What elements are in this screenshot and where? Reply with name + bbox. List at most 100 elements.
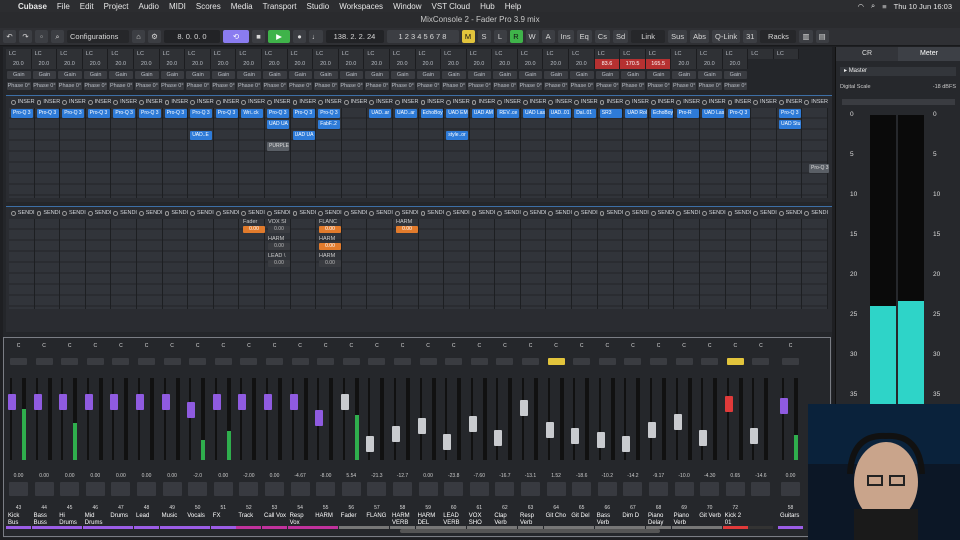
channel-name[interactable]: Kick 2 01: [725, 513, 748, 526]
control-center-icon[interactable]: ≡: [882, 2, 886, 11]
lowcut-value[interactable]: 20.0: [364, 59, 390, 69]
channel-buttons[interactable]: [444, 482, 464, 496]
power-icon[interactable]: [599, 210, 605, 216]
gain-knob[interactable]: Gain: [390, 71, 415, 79]
menu-hub[interactable]: Hub: [480, 2, 495, 11]
phase-button[interactable]: Phase 0°: [570, 82, 594, 90]
fader-value[interactable]: -18.6: [569, 473, 594, 479]
routing-lc-cell[interactable]: LC: [82, 49, 109, 59]
read-all-button[interactable]: R: [509, 30, 523, 43]
power-icon[interactable]: [471, 210, 477, 216]
send-level[interactable]: 0.00: [268, 226, 290, 233]
power-icon[interactable]: [266, 210, 272, 216]
mute-solo-buttons[interactable]: [214, 358, 232, 365]
phase-button[interactable]: Phase 0°: [339, 82, 364, 90]
routing-lc-cell[interactable]: LC: [722, 49, 749, 59]
phase-button[interactable]: Phase 0°: [134, 82, 159, 90]
wifi-icon[interactable]: ◠: [857, 2, 864, 11]
insert-slot[interactable]: UAD UA: [267, 120, 289, 129]
power-icon[interactable]: [190, 210, 195, 216]
channel-buttons[interactable]: [597, 482, 617, 496]
routing-lc-cell[interactable]: LC: [57, 49, 83, 59]
fader-cap[interactable]: [750, 428, 759, 444]
channel-name[interactable]: Hi Drums: [59, 513, 82, 526]
inserts-header[interactable]: INSER: [700, 98, 726, 106]
gain-knob[interactable]: Gain: [134, 71, 159, 79]
channel-buttons[interactable]: [265, 482, 284, 496]
insert-slot[interactable]: UAD..E: [190, 131, 213, 140]
gain-knob[interactable]: Gain: [493, 71, 517, 79]
mute-solo-buttons[interactable]: [189, 358, 207, 365]
phase-button[interactable]: Phase 0°: [467, 82, 492, 90]
lowcut-value[interactable]: 165.5: [645, 59, 672, 69]
fader-value[interactable]: -16.7: [492, 473, 517, 479]
power-icon[interactable]: [574, 99, 579, 105]
sd-bypass-button[interactable]: Sd: [612, 30, 629, 43]
channel-name[interactable]: HARM VERB: [392, 513, 415, 526]
inserts-header[interactable]: INSER: [444, 98, 470, 106]
routing-lc-cell[interactable]: LC: [620, 49, 646, 59]
inserts-header[interactable]: INSER: [726, 98, 751, 106]
lowcut-value[interactable]: 20.0: [517, 59, 544, 69]
inserts-header[interactable]: INSER: [111, 98, 137, 106]
pan-value[interactable]: C: [6, 343, 31, 349]
solo-all-button[interactable]: S: [477, 30, 491, 43]
power-icon[interactable]: [318, 210, 323, 216]
phase-button[interactable]: Phase 0°: [518, 82, 543, 90]
power-icon[interactable]: [727, 99, 733, 105]
menu-workspaces[interactable]: Workspaces: [339, 2, 383, 11]
insert-slot[interactable]: UAD..01: [548, 109, 571, 118]
configurations-dropdown[interactable]: Configurations: [67, 30, 129, 43]
mute-solo-buttons[interactable]: [598, 358, 616, 365]
fader-value[interactable]: -23.8: [441, 473, 466, 479]
lowcut-value[interactable]: 20.0: [441, 59, 467, 69]
mute-solo-buttons[interactable]: [163, 358, 181, 365]
power-icon[interactable]: [625, 99, 631, 105]
fader-value[interactable]: 5.54: [339, 473, 364, 479]
power-icon[interactable]: [497, 210, 503, 216]
lowcut-value[interactable]: 20.0: [6, 59, 32, 69]
phase-button[interactable]: Phase 0°: [7, 82, 31, 90]
routing-lc-cell[interactable]: LC: [569, 49, 595, 59]
channel-buttons[interactable]: [674, 482, 694, 496]
fader-cap[interactable]: [59, 394, 68, 410]
fader-value[interactable]: 0.00: [57, 473, 82, 479]
channel-name[interactable]: Git Del: [571, 513, 594, 520]
phase-button[interactable]: Phase 0°: [288, 82, 313, 90]
fader-cap[interactable]: [212, 394, 221, 410]
pan-value[interactable]: C: [723, 343, 748, 349]
power-icon[interactable]: [446, 210, 451, 216]
power-icon[interactable]: [753, 210, 758, 216]
gain-knob[interactable]: Gain: [672, 71, 697, 79]
fader-cap[interactable]: [417, 418, 426, 434]
phase-button[interactable]: Phase 0°: [416, 82, 441, 90]
sends-header[interactable]: SENDI: [86, 209, 111, 217]
sends-header[interactable]: SENDI: [598, 209, 623, 217]
inserts-header[interactable]: INSER: [598, 98, 623, 106]
channel-name[interactable]: Vocals: [187, 513, 210, 520]
mute-solo-buttons[interactable]: [112, 358, 130, 365]
lowcut-value[interactable]: 20.0: [543, 59, 570, 69]
fader-track[interactable]: [752, 378, 755, 460]
channel-name[interactable]: HARM: [315, 513, 338, 520]
zoom-icon[interactable]: ▫: [35, 30, 48, 43]
loop-button[interactable]: ⟲: [223, 30, 249, 43]
fader-track[interactable]: [138, 378, 140, 460]
channel-name[interactable]: LEAD VERB: [443, 513, 466, 526]
channel-number[interactable]: 31: [743, 30, 758, 43]
power-icon[interactable]: [138, 99, 144, 105]
menu-app[interactable]: Cubase: [18, 2, 47, 11]
channel-buttons[interactable]: [60, 482, 80, 496]
insert-slot[interactable]: Dal..01: [574, 109, 597, 118]
menu-help[interactable]: Help: [505, 2, 521, 11]
insert-slot[interactable]: Pro-Q 3: [36, 109, 59, 118]
write-all-button[interactable]: W: [525, 30, 539, 43]
undo-icon[interactable]: ↶: [3, 30, 16, 43]
pan-value[interactable]: C: [748, 343, 773, 349]
power-icon[interactable]: [215, 99, 221, 105]
power-icon[interactable]: [522, 99, 528, 105]
power-icon[interactable]: [87, 99, 93, 105]
insert-slot[interactable]: Pro-Q 3: [87, 109, 110, 118]
sends-header[interactable]: SENDI: [419, 209, 444, 217]
pan-value[interactable]: C: [134, 343, 159, 349]
